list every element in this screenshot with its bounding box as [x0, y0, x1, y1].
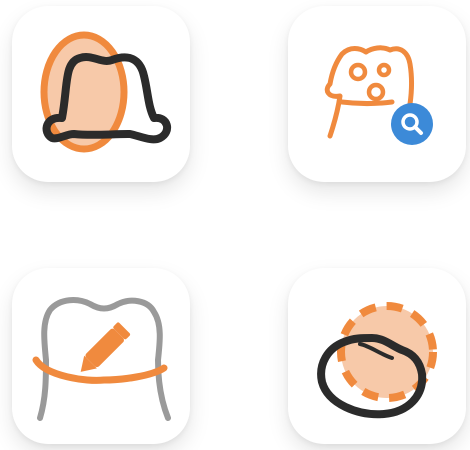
tooth-edit-pencil-icon: [32, 297, 171, 421]
pencil-icon: [80, 322, 131, 372]
cavity-spot-3: [366, 82, 386, 102]
tooth-crown-oval-icon: [40, 31, 172, 153]
app-tile-tooth-search[interactable]: [288, 6, 466, 182]
cavity-spot-2: [376, 62, 392, 78]
app-tile-tooth-scan[interactable]: [288, 268, 466, 444]
app-tile-tooth-edit[interactable]: [12, 268, 190, 444]
magnifier-badge: [391, 103, 433, 145]
app-tile-tooth-crown[interactable]: [12, 6, 190, 182]
tooth-cavity-search-icon: [324, 45, 433, 145]
cavity-spot-1: [348, 62, 368, 82]
tooth-scan-dashed-circle-icon: [317, 302, 437, 419]
app-icon-grid: [0, 0, 470, 450]
